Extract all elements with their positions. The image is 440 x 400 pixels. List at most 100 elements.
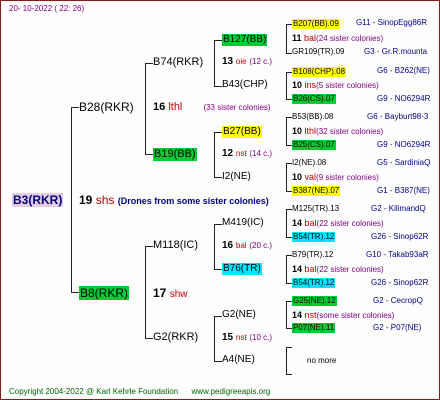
queen-g25[interactable]: G25(NE).12 (292, 296, 337, 306)
b19-info: 12 nst (14 c.) (222, 149, 272, 159)
b19-note: (14 c.) (249, 149, 273, 158)
m419-info: 14 bal(22 sister colonies) (292, 219, 384, 228)
b76-number: 14 (292, 264, 303, 274)
b28-breed: lthl (168, 101, 183, 113)
queen-a4[interactable]: A4(NE) (222, 355, 255, 365)
b28-info: 16 lthl (33 sister colonies) (153, 102, 271, 113)
connector (286, 24, 287, 54)
connector (286, 255, 287, 284)
queen-b28[interactable]: B28(RKR) (79, 101, 134, 113)
b53-info: G6 - Bayburt98-3 (367, 112, 429, 121)
queen-b26[interactable]: B26(CS).07 (292, 94, 336, 104)
queen-b54-a[interactable]: B54(TR).12 (292, 232, 336, 242)
b127-number: 11 (292, 33, 302, 43)
queen-m118[interactable]: M118(IC) (153, 240, 198, 251)
queen-b74[interactable]: B74(RKR) (153, 57, 203, 68)
m118-number: 16 (222, 240, 234, 251)
m118-info: 16 bal (20 c.) (222, 241, 272, 251)
connector (214, 361, 222, 362)
queen-b19[interactable]: B19(BB) (153, 148, 197, 161)
no-more-label: no more (307, 356, 337, 365)
connector (71, 292, 79, 293)
connector (286, 72, 287, 100)
b74-number: 13 (222, 56, 234, 67)
b127-breed: bal (304, 33, 317, 43)
connector (145, 154, 153, 155)
b74-note: (12 c.) (249, 57, 273, 66)
b207-info: G11 - SinopEgg86R (356, 18, 428, 27)
b19-number: 12 (222, 148, 234, 159)
connector (214, 177, 222, 178)
queen-b387[interactable]: B387(NE).07 (292, 186, 341, 196)
connector (145, 246, 146, 339)
queen-b127[interactable]: B127(BB) (222, 34, 268, 46)
b43-info: 10 ins(5 sister colonies) (292, 81, 379, 90)
queen-b79[interactable]: B79(TR).12 (292, 251, 333, 259)
b127-info: 11 bal(24 sister colonies) (292, 34, 383, 43)
b27-info: 10 lthl(32 sister colonies) (292, 127, 383, 136)
g2ne-number: 14 (292, 310, 303, 320)
root-queen[interactable]: B3(RKR) (12, 193, 64, 207)
site-link[interactable]: www.pedigreeapis.org (191, 387, 270, 396)
queen-b43[interactable]: B43(CHP) (222, 80, 268, 90)
footer: Copyright 2004-2022 @ Karl Kehrle Founda… (9, 387, 270, 396)
m125-info: G2 - KilimandQ (371, 204, 426, 213)
connector (286, 163, 287, 192)
queen-b8[interactable]: B8(RKR) (79, 286, 130, 300)
copyright: Copyright 2004-2022 @ Karl Kehrle Founda… (9, 387, 179, 396)
queen-p07[interactable]: P07(NE).11 (292, 323, 336, 333)
b43-note: (5 sister colonies) (316, 81, 379, 90)
queen-g2-ne[interactable]: G2(NE) (222, 310, 256, 320)
gen1-info: 19 shs (Drones from some sister colonies… (79, 194, 269, 206)
queen-b53[interactable]: B53(BB).08 (292, 113, 333, 121)
connector (214, 224, 222, 225)
queen-g2-rkr[interactable]: G2(RKR) (153, 332, 198, 343)
i2-breed: val (304, 172, 317, 182)
connector (286, 209, 287, 238)
connector (145, 63, 146, 155)
b27-number: 10 (292, 126, 303, 136)
gen1-note: (Drones from some sister colonies) (117, 196, 269, 206)
queen-i2-ne[interactable]: I2(NE).08 (292, 159, 326, 167)
b127-note: (24 sister colonies) (316, 34, 384, 43)
queen-gr109[interactable]: GR109(TR).09 (292, 48, 344, 56)
g2rkr-note: (10 c.) (249, 333, 273, 342)
connector (286, 374, 292, 375)
g2ne-breed: nst (304, 310, 317, 320)
b27-breed: lthl (304, 126, 317, 136)
b54-b-info: G26 - Sinop62R (371, 278, 429, 287)
connector (214, 86, 222, 87)
queen-b76[interactable]: B76(TR) (222, 263, 262, 275)
connector (214, 40, 215, 87)
queen-b25[interactable]: B25(CS).07 (292, 140, 336, 150)
g2rkr-info: 15 nst (10 c.) (222, 333, 272, 343)
m118-breed: bal (235, 241, 247, 250)
b54-a-info: G26 - Sinop62R (371, 232, 429, 241)
connector (214, 224, 215, 270)
queen-b27[interactable]: B27(BB) (222, 126, 262, 138)
b43-number: 10 (292, 80, 303, 90)
b8-number: 17 (153, 286, 167, 300)
connector (286, 301, 287, 329)
g2rkr-number: 15 (222, 332, 234, 343)
gr109-info: G3 - Gr.R.mounta (364, 47, 428, 56)
queen-m125[interactable]: M125(TR).13 (292, 205, 339, 213)
connector (71, 107, 72, 293)
date-header: 20- 10-2022 ( 22: 26) (9, 4, 85, 13)
b74-breed: oie (235, 57, 247, 66)
m118-note: (20 c.) (249, 241, 273, 250)
connector (145, 338, 153, 339)
b76-info: 14 bal(22 sister colonies) (292, 265, 384, 274)
queen-b108[interactable]: B108(CHP).08 (292, 67, 347, 77)
queen-b54-b[interactable]: B54(TR).12 (292, 278, 336, 288)
queen-m419[interactable]: M419(IC) (222, 218, 264, 228)
gen1-breed: shs (95, 193, 115, 207)
i2-ne-info: G5 - SardiniaQ (377, 158, 431, 167)
g2rkr-breed: nst (235, 333, 247, 342)
queen-b207[interactable]: B207(BB).09 (292, 19, 340, 29)
queen-i2[interactable]: I2(NE) (222, 172, 251, 182)
connector (286, 347, 287, 375)
b8-info: 17 shw (153, 287, 188, 300)
connector (214, 316, 215, 362)
i2-number: 10 (292, 172, 303, 182)
